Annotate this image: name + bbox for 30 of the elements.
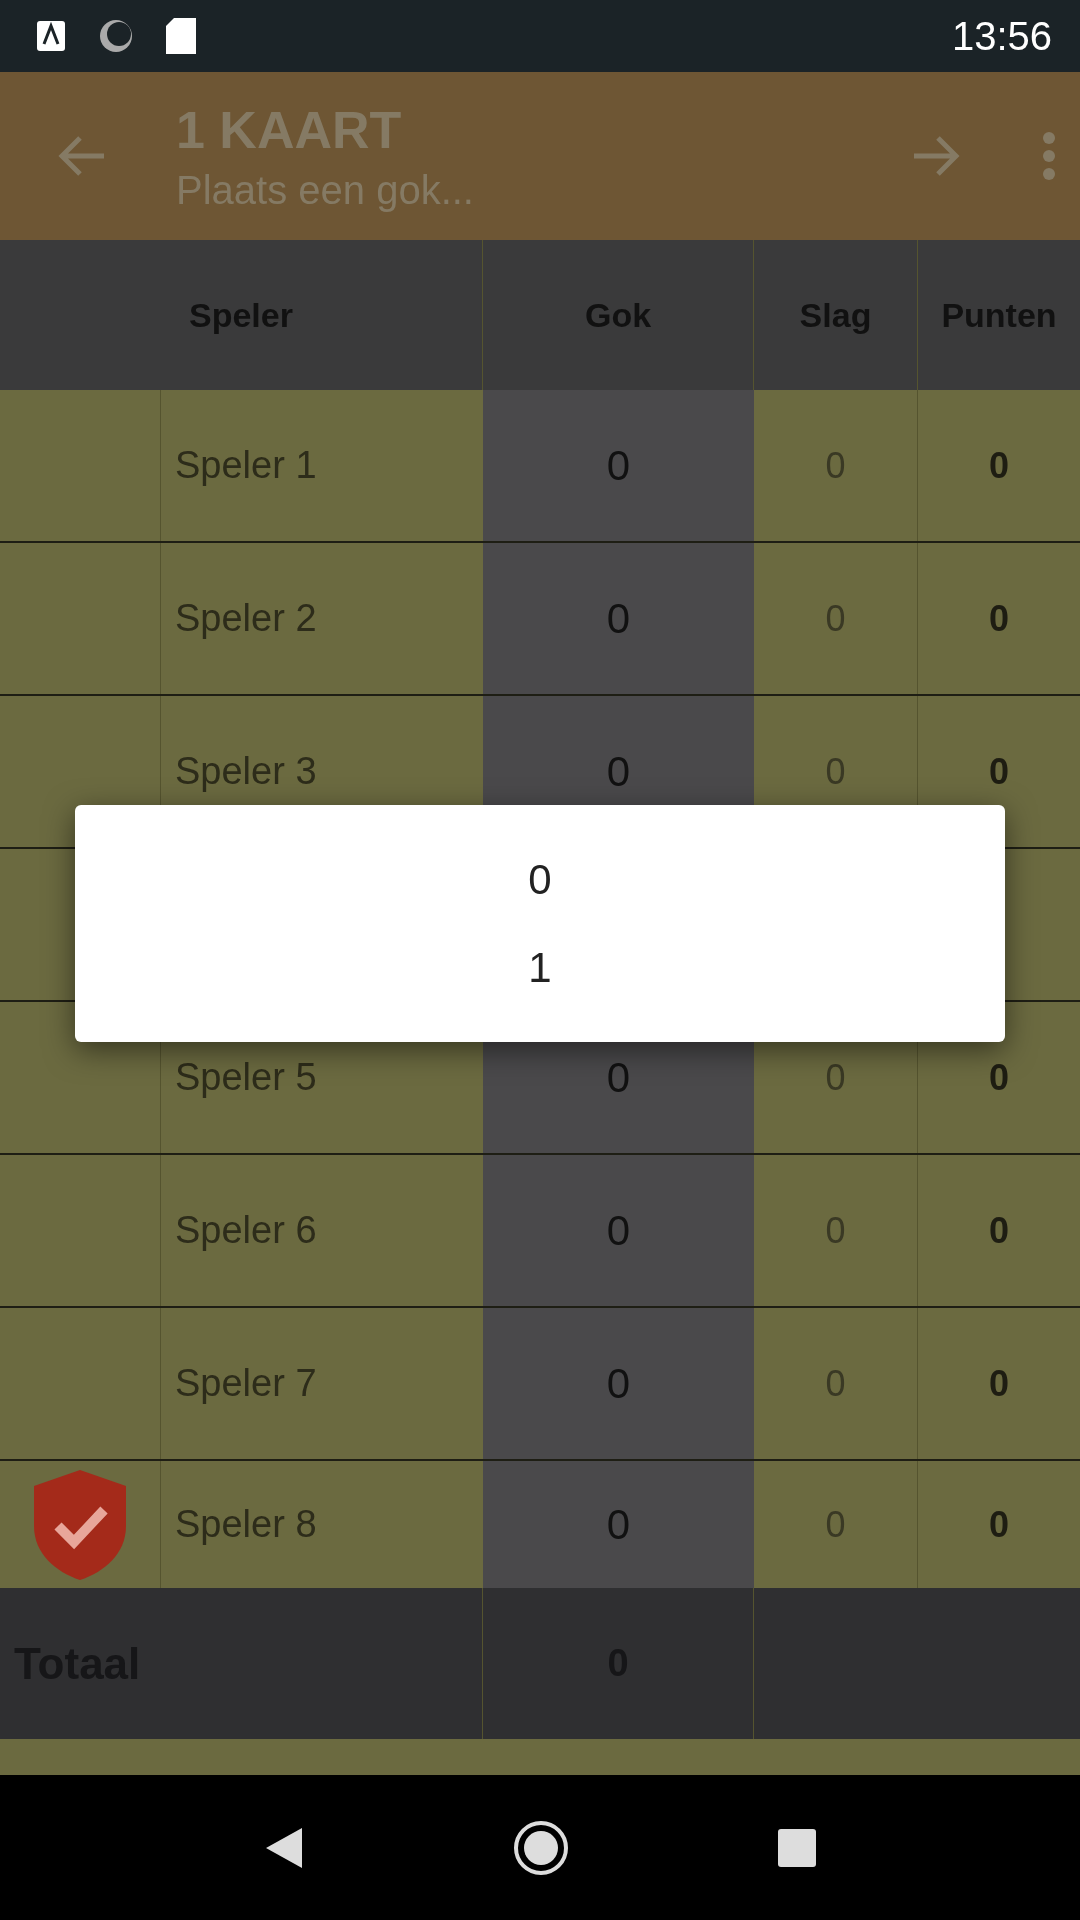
dialog-option[interactable]: 1 — [528, 943, 552, 992]
points-value: 0 — [989, 1503, 1009, 1546]
player-name: Speler 7 — [175, 1362, 317, 1405]
back-icon[interactable] — [264, 1825, 305, 1870]
shield-check-icon — [32, 1467, 128, 1582]
points-value: 0 — [989, 1362, 1009, 1405]
points-value: 0 — [989, 444, 1009, 487]
bid-value[interactable]: 0 — [606, 1206, 631, 1255]
recents-icon[interactable] — [777, 1828, 816, 1867]
home-icon[interactable] — [513, 1819, 569, 1876]
points-value: 0 — [989, 750, 1009, 793]
bid-value[interactable]: 0 — [606, 441, 631, 490]
bid-value[interactable]: 0 — [606, 594, 631, 643]
bid-value[interactable]: 0 — [606, 1500, 631, 1549]
player-name: Speler 6 — [175, 1209, 317, 1252]
points-value: 0 — [989, 1209, 1009, 1252]
clock: 13:56 — [951, 13, 1052, 59]
player-name: Speler 8 — [175, 1503, 317, 1546]
bid-value[interactable]: 0 — [606, 1359, 631, 1408]
points-value: 0 — [989, 1056, 1009, 1099]
player-name: Speler 3 — [175, 750, 317, 793]
bid-value[interactable]: 0 — [606, 1053, 631, 1102]
dialog-option[interactable]: 0 — [528, 855, 552, 904]
font-icon — [36, 20, 66, 52]
bid-value[interactable]: 0 — [606, 747, 631, 796]
sd-card-icon — [166, 18, 196, 54]
points-value: 0 — [989, 597, 1009, 640]
player-name: Speler 2 — [175, 597, 317, 640]
player-name: Speler 5 — [175, 1056, 317, 1099]
player-name: Speler 1 — [175, 444, 317, 487]
